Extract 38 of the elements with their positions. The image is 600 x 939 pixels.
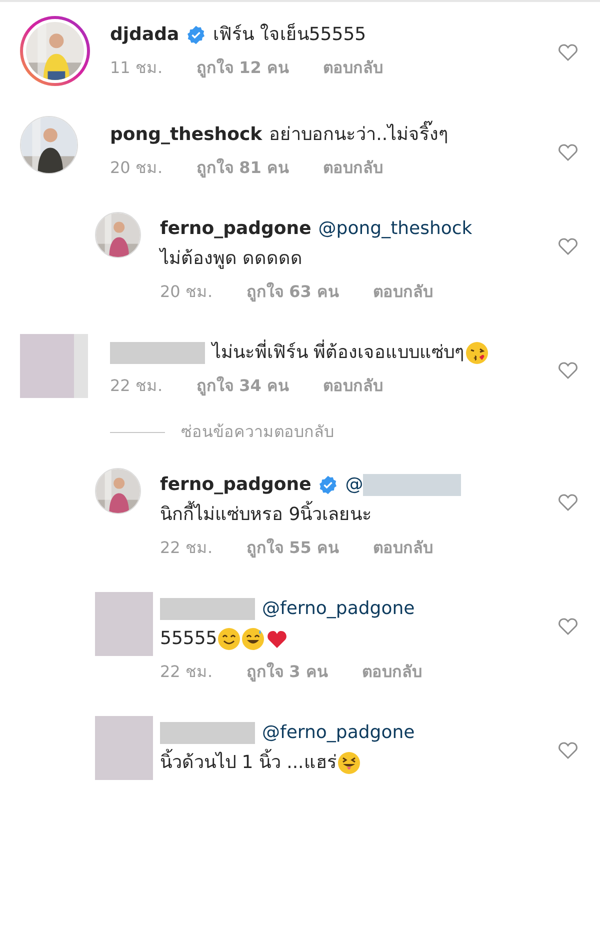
likes-count[interactable]: ถูกใจ 34 คน (196, 374, 289, 398)
comment-time: 22 ชม. (160, 537, 213, 559)
comment-time: 22 ชม. (110, 375, 163, 397)
comment-time: 20 ชม. (160, 281, 213, 303)
comment-time: 22 ชม. (160, 661, 213, 683)
mention-link[interactable]: @ (345, 470, 364, 500)
comment-text: เฟิร์น ใจเย็น55555 (213, 22, 366, 47)
comment-text: ไม่ต้องพูด ดดดดด (160, 246, 303, 271)
reply-button[interactable]: ตอบกลับ (372, 536, 433, 560)
comment-text: อย่าบอกนะว่า..ไม่จริ๊งๆ (269, 120, 449, 150)
kiss-face-icon (464, 341, 489, 365)
reply-button[interactable]: ตอบกลับ (362, 660, 422, 684)
likes-count[interactable]: ถูกใจ 3 คน (246, 660, 328, 684)
tongue-face-icon (336, 751, 361, 775)
username[interactable]: djdada (110, 20, 180, 50)
comment-text: ไม่นะพี่เฟิร์น พี่ต้องเจอแบบแซ่บๆ (212, 338, 465, 368)
reply-button[interactable]: ตอบกลับ (322, 374, 383, 398)
reply-button[interactable]: ตอบกลับ (322, 156, 383, 180)
sweat-smile-face-icon (241, 627, 266, 651)
reply-button[interactable]: ตอบกลับ (322, 56, 383, 80)
reply-button[interactable]: ตอบกลับ (372, 280, 433, 304)
mention-link[interactable]: @pong_theshock (318, 214, 472, 244)
username[interactable]: pong_theshock (110, 120, 262, 150)
hide-replies-button[interactable]: ซ่อนข้อความตอบกลับ (181, 420, 334, 444)
smiling-face-icon (217, 627, 242, 651)
comment-text: นิกกี้ไม่แซ่บหรอ 9นิ้วเลยนะ (160, 500, 372, 530)
comment-text: 55555 (160, 627, 218, 651)
likes-count[interactable]: ถูกใจ 81 คน (196, 156, 289, 180)
comment-time: 20 ชม. (110, 157, 163, 179)
likes-count[interactable]: ถูกใจ 55 คน (246, 536, 339, 560)
mention-link[interactable]: @ferno_padgone (262, 718, 415, 748)
username[interactable]: ferno_padgone (160, 214, 312, 244)
likes-count[interactable]: ถูกใจ 12 คน (196, 56, 289, 80)
comment-time: 11 ชม. (110, 57, 163, 79)
mention-link[interactable]: @ferno_padgone (262, 594, 415, 624)
username[interactable]: ferno_padgone (160, 470, 312, 500)
comment-text: นิ้วด้วนไป 1 นิ้ว ...แฮร่ (160, 748, 337, 778)
likes-count[interactable]: ถูกใจ 63 คน (246, 280, 339, 304)
